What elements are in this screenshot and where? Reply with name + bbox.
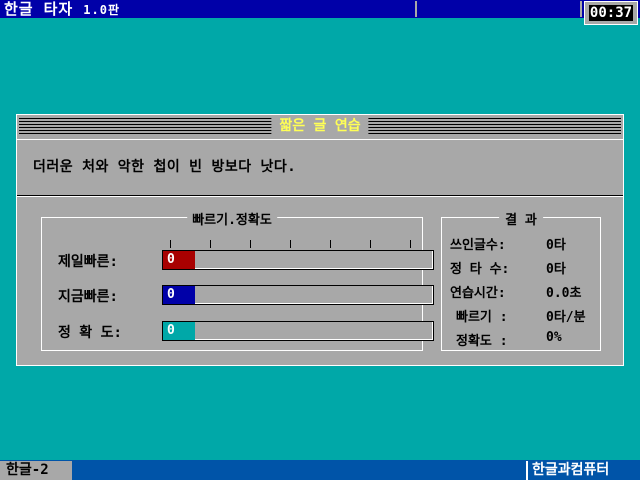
brand-label: 한글과컴퓨터 [526, 461, 638, 480]
title-bar-divider [580, 1, 582, 17]
result-row: 쓰인글수: 0타 [442, 234, 600, 253]
scale-tick [330, 240, 331, 248]
speed-label: 빠르기 : [456, 310, 508, 325]
scale-tick [210, 240, 211, 248]
title-bar-divider [415, 1, 417, 17]
speed-scale [170, 238, 412, 248]
clock-box: 00:37 [584, 1, 638, 25]
correct-count-value: 0타 [546, 262, 566, 277]
scale-tick [410, 240, 411, 248]
accuracy-result-label: 정확도 : [456, 334, 508, 349]
speed-accuracy-title: 빠르기.정확도 [187, 209, 277, 228]
practice-sentence: 더러운 처와 악한 첩이 빈 방보다 낫다. [33, 159, 297, 175]
app-version: 1.0판 [83, 3, 120, 17]
speed-accuracy-box: 빠르기.정확도 제일빠른: 0 지금빠른: 0 정 확 도: 0 [41, 209, 434, 351]
app-name: 한글 타자 [4, 0, 74, 18]
accuracy-value: 0 [163, 322, 195, 340]
best-speed-label: 제일빠른: [58, 254, 118, 270]
clock: 00:37 [589, 5, 633, 21]
practice-time-value: 0.0초 [546, 286, 582, 301]
app-title: 한글 타자 1.0판 [4, 0, 120, 18]
current-speed-label: 지금빠른: [58, 289, 118, 305]
scale-tick [370, 240, 371, 248]
panel-divider [17, 195, 623, 197]
current-speed-value: 0 [163, 286, 195, 304]
best-speed-bar: 0 [162, 250, 434, 270]
result-row: 정확도 : 0% [442, 330, 600, 349]
practice-panel: 짧은 글 연습 더러운 처와 악한 첩이 빈 방보다 낫다. 빠르기.정확도 제… [16, 114, 624, 366]
result-row: 연습시간: 0.0초 [442, 282, 600, 301]
practice-time-label: 연습시간: [450, 286, 506, 301]
input-mode-indicator[interactable]: 한글-2 [0, 461, 72, 480]
correct-count-label: 정 타 수: [450, 262, 510, 277]
current-speed-bar: 0 [162, 285, 434, 305]
accuracy-result-value: 0% [546, 330, 562, 345]
result-row: 정 타 수: 0타 [442, 258, 600, 277]
panel-title: 짧은 글 연습 [271, 117, 369, 135]
title-bar: 한글 타자 1.0판 [0, 0, 640, 18]
scale-tick [250, 240, 251, 248]
accuracy-bar: 0 [162, 321, 434, 341]
scale-tick [290, 240, 291, 248]
typed-count-value: 0타 [546, 238, 566, 253]
speed-value: 0타/분 [546, 310, 586, 325]
status-bar: 한글-2 한글과컴퓨터 [0, 460, 640, 480]
sentence-area[interactable]: 더러운 처와 악한 첩이 빈 방보다 낫다. [17, 139, 623, 196]
best-speed-value: 0 [163, 251, 195, 269]
result-row: 빠르기 : 0타/분 [442, 306, 600, 325]
typed-count-label: 쓰인글수: [450, 238, 506, 253]
result-title: 결 과 [499, 209, 543, 228]
scale-tick [170, 240, 171, 248]
result-box: 결 과 쓰인글수: 0타 정 타 수: 0타 연습시간: 0.0초 빠르기 : … [441, 209, 601, 351]
accuracy-label: 정 확 도: [58, 325, 122, 341]
